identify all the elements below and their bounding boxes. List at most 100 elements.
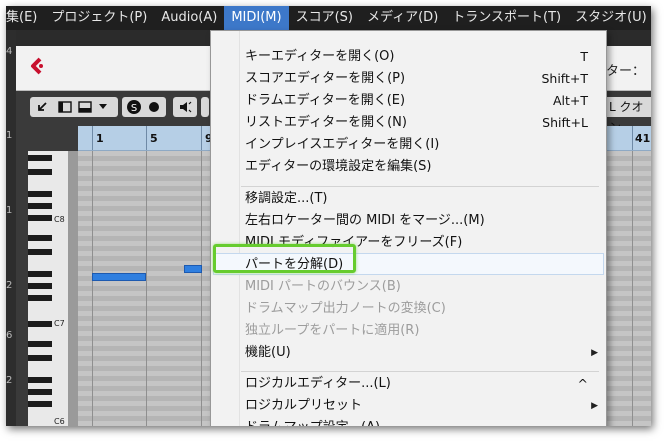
menu-item-functions[interactable]: 機能(U) ▶ xyxy=(211,342,606,364)
black-key[interactable] xyxy=(28,169,52,175)
bar-line xyxy=(92,151,93,426)
submenu-arrow-icon: ▶ xyxy=(591,348,598,358)
menu-edit[interactable]: 集(E) xyxy=(6,6,44,30)
black-key[interactable] xyxy=(28,215,52,221)
midi-dropdown-menu: キーエディターを開く(O) T スコアエディターを開く(P) Shift+T ド… xyxy=(210,30,607,426)
black-key[interactable] xyxy=(28,295,52,301)
menu-item-label: 移調設定...(T) xyxy=(245,191,328,206)
menu-item-shortcut: Shift+T xyxy=(541,71,588,86)
quantize-label[interactable]: L クオン xyxy=(601,97,651,134)
octave-label: C8 xyxy=(54,215,65,224)
screenshot-canvas: 集(E) プロジェクト(P) Audio(A) MIDI(M) スコア(S) メ… xyxy=(6,6,651,426)
menu-item-label: リストエディターを開く(N) xyxy=(245,115,407,130)
black-key[interactable] xyxy=(28,321,52,327)
midi-note[interactable] xyxy=(92,273,146,281)
strip-label: 4 xyxy=(6,46,13,57)
strip-label: 6 xyxy=(6,330,13,341)
menu-item-label: 左右ロケーター間の MIDI をマージ...(M) xyxy=(245,213,485,228)
arrow-tool-icon[interactable] xyxy=(36,101,48,113)
menu-item-merge-midi-in-loop[interactable]: 左右ロケーター間の MIDI をマージ...(M) xyxy=(211,210,606,232)
strip-label: 1 xyxy=(6,205,13,216)
menu-item-transpose-setup[interactable]: 移調設定...(T) xyxy=(211,188,606,210)
bar-line xyxy=(632,151,633,426)
submenu-arrow-icon: ▶ xyxy=(591,401,598,411)
menu-item-open-list-editor[interactable]: リストエディターを開く(N) Shift+L xyxy=(211,112,606,134)
menu-item-shortcut: T xyxy=(580,49,588,64)
menu-item-shortcut: Alt+T xyxy=(552,93,588,108)
ruler-bar-line xyxy=(632,126,633,150)
record-icon[interactable] xyxy=(148,101,160,113)
panel-left-icon[interactable] xyxy=(58,101,72,113)
black-key[interactable] xyxy=(28,271,52,277)
background-window-strip: 4 1 1 2 6 2 xyxy=(6,30,16,426)
black-key[interactable] xyxy=(28,401,52,407)
menu-item-open-key-editor[interactable]: キーエディターを開く(O) T xyxy=(211,46,606,68)
speaker-icon xyxy=(180,101,192,113)
strip-label: 2 xyxy=(6,280,13,291)
bar-line xyxy=(201,151,202,426)
menu-item-open-score-editor[interactable]: スコアエディターを開く(P) Shift+T xyxy=(211,68,606,90)
menu-item-label: 独立ループをパートに適用(R) xyxy=(245,323,420,338)
black-key[interactable] xyxy=(28,235,52,241)
piano-keyboard[interactable]: C8 C7 C6 xyxy=(28,151,68,426)
menu-item-label: MIDI パートのバウンス(B) xyxy=(245,279,401,294)
dropdown-arrow-icon[interactable] xyxy=(98,103,108,111)
black-key[interactable] xyxy=(28,249,52,255)
menu-item-shortcut: ^ xyxy=(577,376,588,391)
black-key[interactable] xyxy=(28,191,52,197)
menu-item-logical-presets[interactable]: ロジカルプリセット ▶ xyxy=(211,395,606,417)
menu-item-logical-editor[interactable]: ロジカルエディター...(L) ^ xyxy=(211,373,606,395)
svg-text:S: S xyxy=(131,103,137,114)
black-key[interactable] xyxy=(28,155,52,161)
midi-note[interactable] xyxy=(184,265,202,273)
menu-item-label: ロジカルプリセット xyxy=(245,398,363,413)
keyboard-divider xyxy=(68,151,78,426)
menu-item-label: ドラムマップ出力ノートの変換(C) xyxy=(245,301,446,316)
ruler-bar-number: 41 xyxy=(635,132,651,145)
menu-item-apply-independent-loop: 独立ループをパートに適用(R) xyxy=(211,320,606,342)
editor-title-text: ター： xyxy=(606,64,646,79)
menu-item-label: エディターの環境設定を編集(S) xyxy=(245,159,432,174)
menu-audio[interactable]: Audio(A) xyxy=(154,6,224,30)
menu-item-bounce-midi-part: MIDI パートのバウンス(B) xyxy=(211,276,606,298)
menu-item-label: インプレイスエディターを開く(I) xyxy=(245,137,440,152)
strip-label: 2 xyxy=(6,375,13,386)
toolbar-button[interactable] xyxy=(201,97,209,117)
solo-record-group: S xyxy=(122,97,166,117)
menu-midi[interactable]: MIDI(M) xyxy=(224,6,289,30)
menu-item-open-drum-editor[interactable]: ドラムエディターを開く(E) Alt+T xyxy=(211,90,606,112)
menu-item-label: 機能(U) xyxy=(245,345,291,360)
menu-item-shortcut: Shift+L xyxy=(542,115,588,130)
menu-bar: 集(E) プロジェクト(P) Audio(A) MIDI(M) スコア(S) メ… xyxy=(6,6,651,30)
menu-score[interactable]: スコア(S) xyxy=(289,6,360,30)
bar-line xyxy=(146,151,147,426)
black-key[interactable] xyxy=(28,341,52,347)
menu-item-label: キーエディターを開く(O) xyxy=(245,49,395,64)
menu-project[interactable]: プロジェクト(P) xyxy=(44,6,154,30)
menu-item-label: ドラムマップ設定...(A) xyxy=(245,417,380,426)
menu-item-label: スコアエディターを開く(P) xyxy=(245,71,406,86)
ruler-bar-line xyxy=(201,126,202,150)
menu-item-open-inplace-editor[interactable]: インプレイスエディターを開く(I) xyxy=(211,134,606,156)
solo-icon[interactable]: S xyxy=(126,99,142,115)
black-key[interactable] xyxy=(28,377,52,383)
speaker-button[interactable] xyxy=(173,97,197,117)
octave-label: C6 xyxy=(54,417,65,426)
black-key[interactable] xyxy=(28,389,52,395)
octave-label: C7 xyxy=(54,319,65,328)
menu-item-drum-map-convert: ドラムマップ出力ノートの変換(C) xyxy=(211,298,606,320)
ruler-bar-number: 1 xyxy=(96,132,104,145)
menu-media[interactable]: メディア(D) xyxy=(360,6,445,30)
menu-studio[interactable]: スタジオ(U) xyxy=(568,6,651,30)
menu-item-label: ドラムエディターを開く(E) xyxy=(245,93,406,108)
black-key[interactable] xyxy=(28,355,52,361)
menu-item-editor-preferences[interactable]: エディターの環境設定を編集(S) xyxy=(211,156,606,178)
menu-item-drum-map-setup[interactable]: ドラムマップ設定...(A) xyxy=(211,417,606,426)
menu-transport[interactable]: トランスポート(T) xyxy=(445,6,568,30)
strip-label: 1 xyxy=(6,130,13,141)
black-key[interactable] xyxy=(28,283,52,289)
annotation-highlight-frame xyxy=(213,244,356,273)
menu-separator xyxy=(241,186,599,187)
panel-bottom-icon[interactable] xyxy=(78,101,92,113)
black-key[interactable] xyxy=(28,203,52,209)
